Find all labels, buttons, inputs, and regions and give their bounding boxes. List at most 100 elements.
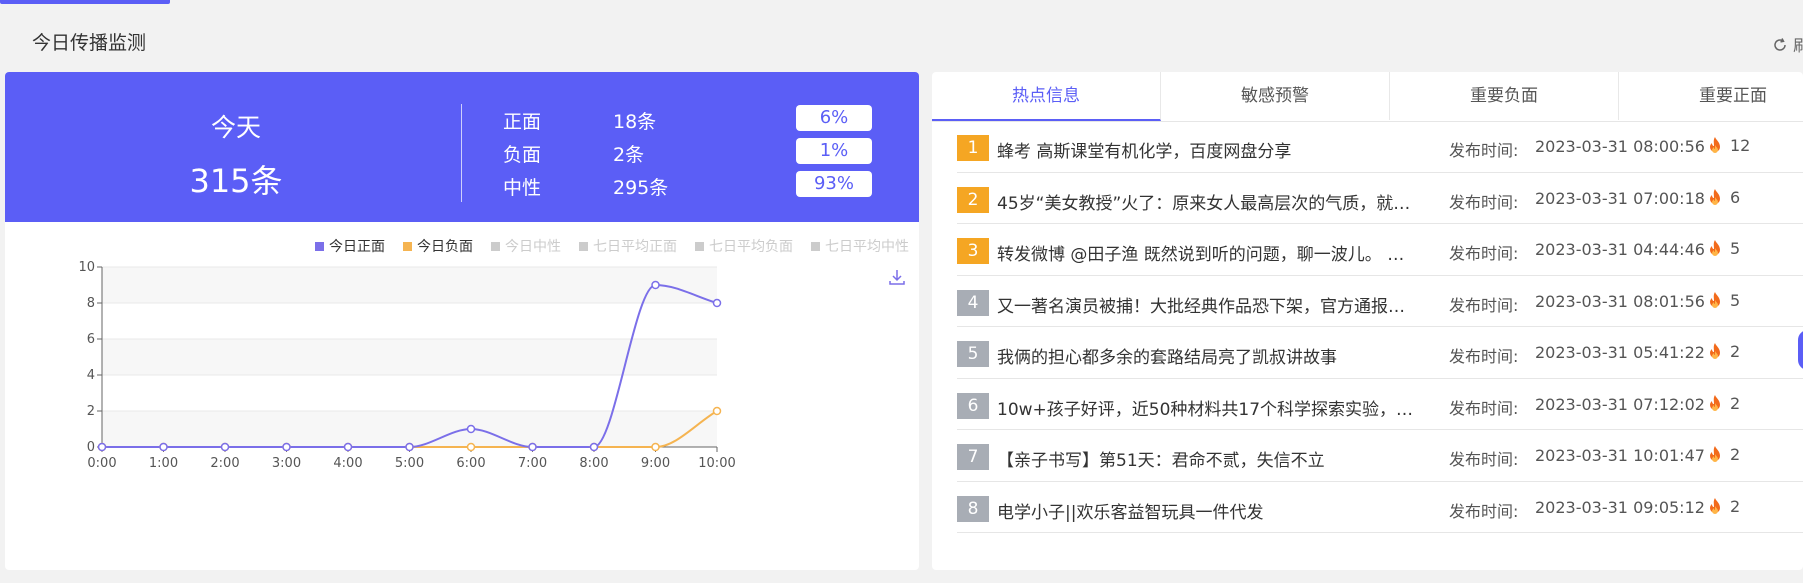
news-row[interactable]: 8 电学小子||欢乐客益智玩具一件代发 发布时间: 2023-03-31 09:05:…: [957, 482, 1803, 533]
rank-badge: 2: [957, 186, 989, 213]
publish-time: 2023-03-31 07:00:18: [1535, 188, 1705, 208]
refresh-button[interactable]: 刷: [1772, 32, 1803, 56]
x-tick-label: 8:00: [579, 456, 608, 471]
publish-time: 2023-03-31 09:05:12: [1535, 497, 1705, 517]
data-point: [343, 442, 353, 452]
x-tick-label: 6:00: [456, 456, 485, 471]
data-point: [97, 442, 107, 452]
trend-chart: 0 2 4 6 8 10 0:00 1:00 2:00 3:00 4:00 5:00 6:00 7:00 8…: [78, 260, 735, 471]
grid-band: [102, 267, 717, 303]
news-row[interactable]: 4 又一著名演员被捕！大批经典作品恐下架，官方通报… 发布时间: 2023-03-31…: [957, 276, 1803, 327]
publish-time: 2023-03-31 08:01:56: [1535, 291, 1705, 311]
news-title[interactable]: 我俩的担心都多余的套路结局亮了凯叔讲故事: [997, 343, 1417, 368]
data-point: [282, 442, 291, 452]
data-point: [589, 442, 599, 452]
news-row[interactable]: 3 转发微博 @田子渔 既然说到听的问题，聊一波儿。 … 发布时间: 2023-03-…: [957, 224, 1803, 276]
publish-time-label: 发布时间:: [1449, 450, 1519, 469]
tab-1[interactable]: 敏感预警: [1161, 72, 1390, 120]
x-tick-label: 5:00: [395, 456, 424, 471]
rank-badge: 5: [957, 341, 989, 367]
rank-badge: 7: [957, 444, 989, 470]
y-tick-label: 4: [87, 368, 95, 383]
x-tick-label: 7:00: [518, 456, 547, 471]
news-title[interactable]: 10w+孩子好评，近50种材料共17个科学探索实验，…: [997, 395, 1417, 420]
publish-time-label: 发布时间:: [1449, 501, 1519, 521]
rank-badge: 8: [957, 495, 989, 522]
tab-2[interactable]: 重要负面: [1390, 72, 1619, 120]
publish-time: 2023-03-31 08:00:56: [1535, 137, 1705, 156]
y-tick-label: 2: [87, 404, 95, 419]
grid-band: [102, 411, 717, 447]
fire-icon: [1710, 291, 1720, 308]
news-title[interactable]: 电学小子||欢乐客益智玩具一件代发: [997, 498, 1417, 523]
fire-icon: [1710, 394, 1720, 411]
fire-icon: [1710, 446, 1720, 462]
rank-badge: 6: [957, 392, 989, 419]
data-point: [405, 442, 414, 452]
news-title[interactable]: 蜂考 高斯课堂有机化学，百度网盘分享: [997, 137, 1417, 162]
side-float-button[interactable]: [1798, 330, 1803, 370]
publish-time-label: 发布时间:: [1449, 398, 1519, 418]
fire-icon: [1710, 137, 1720, 153]
tab-0[interactable]: 热点信息: [932, 72, 1161, 121]
news-title[interactable]: 转发微博 @田子渔 既然说到听的问题，聊一波儿。 …: [997, 240, 1417, 265]
news-title[interactable]: 又一著名演员被捕！大批经典作品恐下架，官方通报…: [997, 292, 1417, 317]
x-tick-label: 9:00: [641, 456, 670, 471]
x-tick-label: 3:00: [272, 456, 301, 471]
publish-time: 2023-03-31 05:41:22: [1535, 343, 1705, 362]
heat-count: 2: [1730, 342, 1741, 361]
data-point: [651, 442, 660, 452]
refresh-icon: [1774, 38, 1786, 51]
y-tick-label: 0: [87, 440, 95, 455]
publish-time-label: 发布时间:: [1449, 347, 1519, 366]
y-tick-label: 10: [78, 260, 95, 275]
fire-icon: [1710, 240, 1720, 256]
news-title[interactable]: 45岁“美女教授”火了：原来女人最高层次的气质，就是…: [997, 189, 1417, 214]
tab-bar: 热点信息 敏感预警 重要负面 重要正面: [932, 72, 1803, 122]
x-tick-label: 10:00: [698, 456, 735, 471]
x-tick-label: 1:00: [149, 456, 178, 471]
data-point: [466, 424, 476, 434]
rank-badge: 1: [957, 135, 989, 161]
news-title[interactable]: 【亲子书写】第51天：君命不贰，失信不立: [997, 446, 1417, 471]
publish-time-label: 发布时间:: [1449, 141, 1519, 160]
tab-3[interactable]: 重要正面: [1619, 72, 1803, 120]
active-nav-indicator: [0, 0, 170, 4]
fire-icon: [1710, 188, 1720, 205]
x-tick-label: 4:00: [333, 456, 362, 471]
rank-badge: 3: [957, 238, 989, 264]
data-point: [466, 442, 476, 452]
news-row[interactable]: 7 【亲子书写】第51天：君命不贰，失信不立 发布时间: 2023-03-31 10:…: [957, 430, 1803, 482]
news-row[interactable]: 2 45岁“美女教授”火了：原来女人最高层次的气质，就是… 发布时间: 2023-03…: [957, 173, 1803, 224]
publish-time: 2023-03-31 04:44:46: [1535, 240, 1705, 259]
x-tick-label: 2:00: [210, 456, 239, 471]
data-point: [159, 442, 168, 452]
fire-icon: [1710, 343, 1720, 359]
rank-badge: 4: [957, 289, 989, 316]
heat-count: 2: [1730, 393, 1741, 413]
heat-count: 6: [1730, 187, 1741, 207]
publish-time: 2023-03-31 10:01:47: [1535, 446, 1705, 465]
x-tick-label: 0:00: [87, 456, 116, 471]
heat-count: 5: [1730, 290, 1741, 310]
hot-info-panel: 热点信息 敏感预警 重要负面 重要正面 1 蜂考 高斯课堂有机化学，百度网盘分享 发布时间…: [932, 72, 1803, 570]
heat-count: 2: [1730, 445, 1741, 464]
news-row[interactable]: 6 10w+孩子好评，近50种材料共17个科学探索实验，… 发布时间: 2023-03…: [957, 379, 1803, 430]
page-title: 今日传播监测: [32, 32, 147, 54]
news-row[interactable]: 5 我俩的担心都多余的套路结局亮了凯叔讲故事 发布时间: 2023-03-31 05:…: [957, 327, 1803, 379]
news-list: 1 蜂考 高斯课堂有机化学，百度网盘分享 发布时间: 2023-03-31 08:00…: [957, 121, 1803, 533]
heat-count: 5: [1730, 239, 1741, 258]
fire-icon: [1710, 497, 1720, 514]
publish-time-label: 发布时间:: [1449, 244, 1519, 263]
data-point: [712, 298, 722, 308]
data-point: [651, 280, 660, 290]
y-tick-label: 8: [87, 296, 95, 311]
news-row[interactable]: 1 蜂考 高斯课堂有机化学，百度网盘分享 发布时间: 2023-03-31 08:00…: [957, 121, 1803, 173]
data-point: [528, 442, 537, 452]
monitor-panel: 今天 315条 正面 18条 6% 负面 2条 1% 中性 295条 93% 今…: [5, 72, 919, 570]
y-tick-label: 6: [87, 332, 95, 347]
publish-time-label: 发布时间:: [1449, 295, 1519, 315]
heat-count: 2: [1730, 496, 1741, 516]
refresh-label: 刷: [1793, 36, 1803, 55]
publish-time: 2023-03-31 07:12:02: [1535, 394, 1705, 414]
